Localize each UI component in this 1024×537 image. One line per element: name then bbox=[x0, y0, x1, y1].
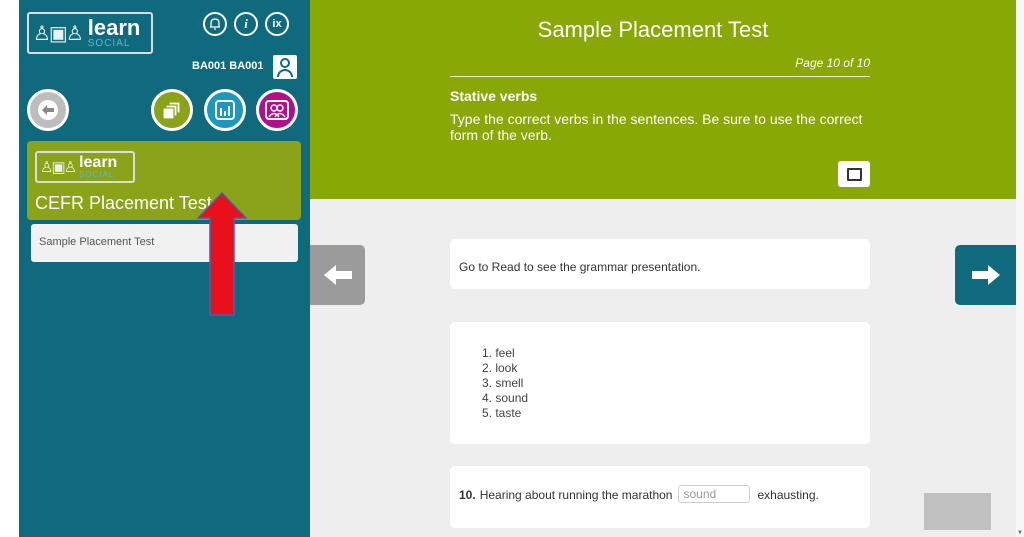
list-item: 5. taste bbox=[482, 406, 522, 420]
scroll-down-icon[interactable]: ▼ bbox=[1017, 530, 1023, 536]
course-title: CEFR Placement Test bbox=[35, 193, 212, 213]
question-text-before: Hearing about running the marathon bbox=[479, 488, 673, 502]
sidebar bbox=[19, 0, 310, 537]
groups-button[interactable] bbox=[256, 89, 298, 131]
bell-icon[interactable] bbox=[203, 12, 227, 36]
square-icon bbox=[846, 167, 862, 181]
course-logo-learn-text: learn bbox=[79, 154, 118, 171]
course-logo-social-text: SOCIAL bbox=[79, 170, 115, 179]
course-logo-mark: ♙▣♙ bbox=[40, 159, 77, 176]
learn-social-logo: ♙▣♙ learn SOCIAL bbox=[27, 12, 153, 54]
bar-chart-icon bbox=[215, 100, 235, 120]
previous-page-button[interactable] bbox=[310, 245, 365, 305]
page-indicator: Page 10 of 10 bbox=[795, 56, 870, 70]
list-item: 1. feel bbox=[482, 346, 515, 360]
list-item: 2. look bbox=[482, 361, 518, 375]
instructions-text: Type the correct verbs in the sentences.… bbox=[450, 111, 863, 143]
verb-list-card: 1. feel 2. look 3. smell 4. sound 5. tas… bbox=[450, 322, 870, 444]
group-icon bbox=[265, 100, 289, 120]
info-card: Go to Read to see the grammar presentati… bbox=[450, 239, 870, 289]
scrollbar[interactable] bbox=[1016, 0, 1024, 537]
info-text: Go to Read to see the grammar presentati… bbox=[459, 260, 701, 274]
courses-button[interactable] bbox=[151, 89, 193, 131]
arrow-left-icon bbox=[323, 265, 352, 285]
list-item: 3. smell bbox=[482, 376, 524, 390]
header-divider bbox=[450, 76, 870, 77]
question-card: 10. Hearing about running the marathon e… bbox=[450, 466, 870, 528]
user-id-label: BA001 BA001 bbox=[192, 60, 264, 72]
question-text-after: exhausting. bbox=[757, 488, 819, 502]
list-item: 4. sound bbox=[482, 391, 529, 405]
statistics-button[interactable] bbox=[204, 89, 246, 131]
course-logo: ♙▣♙ learn SOCIAL bbox=[35, 151, 135, 183]
logo-mark: ♙▣♙ bbox=[33, 22, 84, 45]
arrow-right-icon bbox=[971, 265, 1000, 285]
question-number: 10. bbox=[459, 488, 476, 502]
back-button[interactable] bbox=[27, 89, 69, 131]
annotation-arrow bbox=[197, 192, 247, 316]
course-card[interactable]: ♙▣♙ learn SOCIAL CEFR Placement Test bbox=[27, 141, 301, 220]
expand-button[interactable] bbox=[838, 161, 870, 187]
answer-input[interactable] bbox=[678, 485, 751, 503]
page-title: Sample Placement Test bbox=[537, 17, 769, 42]
sidebar-item-sample-placement-test[interactable]: Sample Placement Test bbox=[31, 224, 298, 262]
logo-social-text: SOCIAL bbox=[87, 38, 131, 49]
overlay-box bbox=[924, 493, 991, 530]
verb-list: 1. feel 2. look 3. smell 4. sound 5. tas… bbox=[482, 346, 870, 421]
user-avatar-icon[interactable] bbox=[273, 55, 297, 79]
arrow-left-icon bbox=[38, 100, 58, 120]
logo-learn-text: learn bbox=[87, 15, 141, 40]
info-icon[interactable]: i bbox=[234, 12, 258, 36]
section-title: Stative verbs bbox=[450, 88, 538, 104]
next-page-button[interactable] bbox=[955, 245, 1016, 305]
stacked-pages-icon bbox=[162, 101, 181, 120]
accessibility-info-icon[interactable]: ix bbox=[265, 12, 289, 36]
